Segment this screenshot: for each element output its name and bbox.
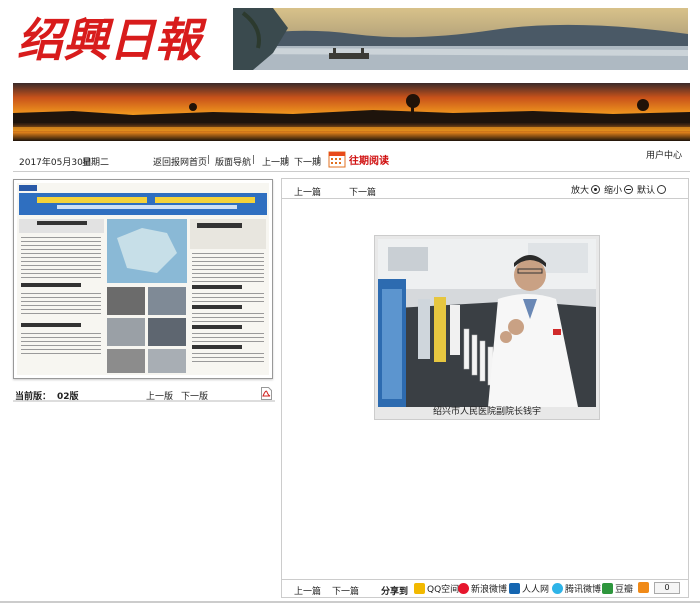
article-toolbar-bottom: 上一篇 下一篇 分享到 QQ空间 新浪微博 人人网 腾讯微博 豆瓣 0	[282, 579, 688, 597]
share-renren-label: 人人网	[522, 585, 550, 595]
nav-separator: |	[252, 155, 256, 165]
layout-nav-link[interactable]: 版面导航	[215, 155, 251, 168]
next-article-link-bottom[interactable]: 下一篇	[332, 584, 359, 597]
share-label: 分享到	[381, 587, 409, 597]
tencent-weibo-icon	[552, 583, 563, 594]
qzone-star-icon	[414, 583, 425, 594]
article-photo: 绍兴市人民医院副院长钱宇	[374, 235, 600, 420]
share-tencent-label: 腾讯微博	[565, 585, 602, 595]
current-page-label: 当前版：	[15, 392, 52, 402]
current-page-bar: 当前版： 02版 上一版 下一版	[13, 386, 275, 402]
page-thumbnail[interactable]	[13, 179, 273, 379]
zoom-out-radio[interactable]	[623, 185, 633, 194]
sina-weibo-icon	[458, 583, 469, 594]
footer-divider	[0, 601, 700, 603]
zoom-out-label: 缩小	[603, 186, 622, 196]
archive-button[interactable]: 往期阅读	[328, 149, 389, 169]
prev-page-link[interactable]: 上一版	[146, 389, 173, 402]
douban-icon	[602, 583, 613, 594]
plus-icon	[638, 582, 649, 593]
photo-caption: 绍兴市人民医院副院长钱宇	[432, 407, 541, 417]
renren-icon	[509, 583, 520, 594]
newspaper-logo[interactable]: 绍興日報	[13, 8, 233, 67]
zoom-in-label: 放大	[570, 186, 589, 196]
current-page-value: 02版	[57, 392, 79, 402]
zoom-out-option[interactable]: 缩小	[604, 183, 633, 196]
share-douban-button[interactable]: 豆瓣	[602, 582, 633, 595]
share-sina-label: 新浪微博	[471, 585, 508, 595]
home-link[interactable]: 返回报网首页	[153, 155, 207, 168]
share-renren-button[interactable]: 人人网	[509, 582, 549, 595]
share-tencent-button[interactable]: 腾讯微博	[552, 582, 601, 595]
share-sina-button[interactable]: 新浪微博	[458, 582, 507, 595]
masthead: 绍興日報	[13, 4, 690, 72]
zoom-options: 放大 缩小 默认	[571, 183, 666, 196]
prev-article-link[interactable]: 上一篇	[294, 185, 321, 198]
calendar-icon	[328, 151, 346, 168]
pdf-download-icon[interactable]	[261, 387, 272, 400]
banner-sunset-image	[13, 83, 690, 141]
zoom-default-label: 默认	[636, 186, 655, 196]
share-count: 0	[654, 582, 680, 594]
banner-lake-image	[233, 8, 688, 70]
lab-photo-image	[378, 239, 596, 407]
nav-separator: |	[317, 155, 321, 165]
newspaper-page-image	[17, 183, 269, 375]
user-center-link[interactable]: 用户中心	[646, 148, 682, 161]
prev-article-link-bottom[interactable]: 上一篇	[294, 584, 321, 597]
zoom-in-option[interactable]: 放大	[571, 183, 600, 196]
article-toolbar-top: 上一篇 下一篇 放大 缩小 默认	[282, 179, 688, 199]
zoom-default-radio[interactable]	[657, 185, 666, 194]
issue-date: 2017年05月30日	[19, 158, 92, 168]
nav-bar: 2017年05月30日 星期二 返回报网首页 | 版面导航 | 上一期 | 下一…	[13, 146, 690, 172]
share-more-button[interactable]	[638, 582, 649, 593]
next-page-link[interactable]: 下一版	[181, 389, 208, 402]
share-qzone-label: QQ空间	[427, 585, 460, 595]
nav-separator: |	[285, 155, 289, 165]
zoom-in-radio[interactable]	[590, 185, 600, 194]
share-douban-label: 豆瓣	[615, 585, 634, 595]
logo-text: 绍興日報	[17, 13, 207, 66]
next-article-link[interactable]: 下一篇	[349, 185, 376, 198]
share-qzone-button[interactable]: QQ空间	[414, 582, 459, 595]
page-thumbnail-panel: 当前版： 02版 上一版 下一版	[13, 179, 275, 409]
issue-weekday: 星期二	[82, 158, 110, 168]
article-panel: 上一篇 下一篇 放大 缩小 默认 绍兴市人民医院副院长钱宇 上一篇 下一篇 分享…	[281, 178, 689, 598]
archive-label: 往期阅读	[349, 155, 389, 167]
zoom-default-option[interactable]: 默认	[637, 183, 666, 196]
nav-separator: |	[207, 155, 211, 165]
